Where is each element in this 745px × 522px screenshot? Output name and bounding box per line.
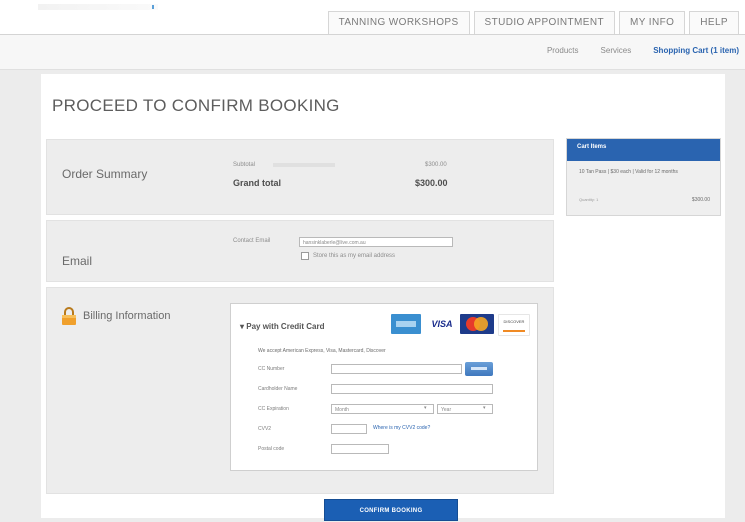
postal-code-input[interactable] [331, 444, 389, 454]
pay-title-text: Pay with Credit Card [246, 322, 325, 331]
nav-services-link[interactable]: Services [601, 46, 632, 55]
subtotal-label: Subtotal [233, 162, 256, 168]
top-header: TANNING WORKSHOPS STUDIO APPOINTMENT MY … [0, 0, 745, 35]
tab-my-info[interactable]: MY INFO [618, 11, 686, 34]
year-value: Year [441, 407, 452, 413]
billing-info-label: Billing Information [83, 310, 171, 322]
cardholder-name-label: Cardholder Name [258, 386, 298, 392]
cart-header: Cart Items [567, 139, 720, 161]
nav-products-link[interactable]: Products [547, 46, 579, 55]
email-label: Email [62, 254, 93, 268]
logo-mark [152, 5, 154, 9]
lock-icon [62, 307, 76, 325]
order-summary-section: Order Summary Subtotal $300.00 Grand tot… [46, 139, 554, 215]
order-summary-label: Order Summary [62, 167, 148, 181]
discover-card-icon: DISCOVER [498, 314, 530, 336]
amex-card-icon [391, 314, 421, 334]
month-value: Month [335, 407, 349, 413]
accepted-cards-text: We accept American Express, Visa, Master… [258, 348, 386, 354]
tab-help[interactable]: HELP [689, 11, 739, 34]
cvv-label: CVV2 [258, 426, 272, 432]
cart-item-price: $300.00 [691, 197, 710, 203]
store-email-checkbox[interactable] [301, 252, 309, 260]
cardholder-name-input[interactable] [331, 384, 493, 394]
card-scan-button[interactable] [465, 362, 493, 376]
expiration-month-select[interactable]: Month [331, 404, 434, 414]
chevron-down-icon: ▾ [483, 405, 486, 411]
email-field[interactable]: hansinklaberle@live.com.au [299, 237, 453, 247]
email-section: Email Contact Email hansinklaberle@live.… [46, 220, 554, 282]
payment-box: ▾ Pay with Credit Card VISA DISCOVER We … [230, 303, 538, 471]
cc-expiration-label: CC Expiration [258, 406, 289, 412]
cart-item-quantity: Quantity: 1 [579, 197, 599, 202]
tab-tanning-workshops[interactable]: TANNING WORKSHOPS [327, 11, 470, 34]
nav-shopping-cart-link[interactable]: Shopping Cart (1 item) [653, 46, 739, 55]
grand-total-value: $300.00 [415, 178, 448, 188]
chevron-down-icon: ▾ [424, 405, 427, 411]
cart-item-text: 10 Tan Pass | $30 each | Valid for 12 mo… [579, 169, 678, 175]
cart-panel: Cart Items 10 Tan Pass | $30 each | Vali… [566, 138, 721, 216]
cvv-help-link[interactable]: Where is my CVV2 code? [373, 425, 430, 431]
tab-studio-appointment[interactable]: STUDIO APPOINTMENT [473, 11, 615, 34]
subtotal-value: $300.00 [425, 162, 447, 168]
sub-header: Products Services Shopping Cart (1 item) [0, 35, 745, 70]
store-email-label: Store this as my email address [313, 253, 396, 259]
postal-code-label: Postal code [258, 446, 285, 452]
contact-email-label: Contact Email [233, 238, 271, 244]
subtotal-detail [273, 163, 335, 167]
grand-total-label: Grand total [233, 178, 282, 188]
billing-section: Billing Information ▾ Pay with Credit Ca… [46, 287, 554, 494]
mastercard-card-icon [460, 314, 494, 334]
main-panel: PROCEED TO CONFIRM BOOKING Order Summary… [41, 74, 725, 521]
page-title: PROCEED TO CONFIRM BOOKING [52, 96, 340, 115]
logo[interactable] [38, 4, 158, 10]
pay-with-credit-card-toggle[interactable]: ▾ Pay with Credit Card [240, 322, 325, 331]
top-nav: TANNING WORKSHOPS STUDIO APPOINTMENT MY … [324, 11, 739, 34]
visa-card-icon: VISA [429, 314, 455, 334]
cc-number-label: CC Number [258, 366, 285, 372]
cc-number-input[interactable] [331, 364, 462, 374]
cvv-input[interactable] [331, 424, 367, 434]
sub-nav: Products Services Shopping Cart (1 item) [525, 46, 739, 55]
